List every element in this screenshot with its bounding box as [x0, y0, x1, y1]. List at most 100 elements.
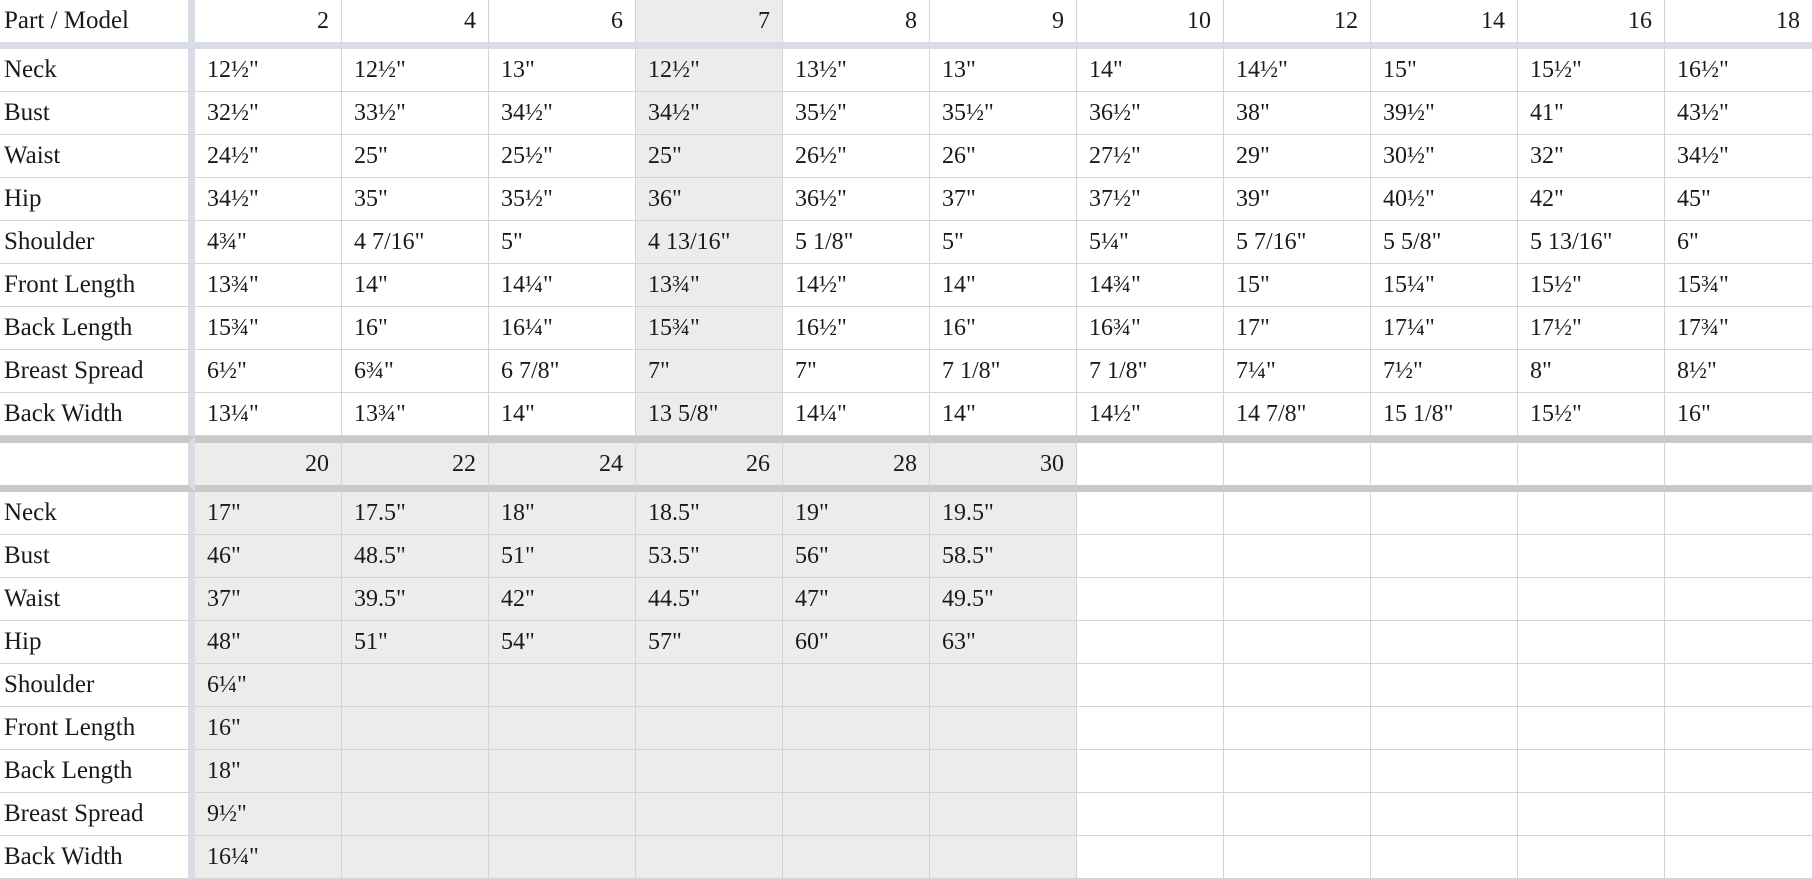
- cell-measurement: 46": [195, 535, 342, 578]
- cell-measurement: 14 7/8": [1224, 393, 1371, 436]
- cell-measurement: [783, 750, 930, 793]
- cell-measurement: 30½": [1371, 135, 1518, 178]
- cell-measurement: 57": [636, 621, 783, 664]
- cell-measurement: 25": [342, 135, 489, 178]
- cell-measurement: 42": [489, 578, 636, 621]
- cell-measurement: [1518, 535, 1665, 578]
- cell-measurement: 8½": [1665, 350, 1812, 393]
- table-row: Breast Spread 9½": [0, 793, 1812, 836]
- cell-measurement: [1077, 578, 1224, 621]
- header-size-16[interactable]: 16: [1518, 0, 1665, 49]
- cell-measurement: 14¼": [489, 264, 636, 307]
- cell-measurement: [930, 836, 1077, 879]
- header-size-26[interactable]: 26: [636, 436, 783, 492]
- cell-measurement: 35½": [489, 178, 636, 221]
- cell-measurement: 48.5": [342, 535, 489, 578]
- header-size-4[interactable]: 4: [342, 0, 489, 49]
- cell-measurement: 39": [1224, 178, 1371, 221]
- cell-measurement: [1224, 793, 1371, 836]
- table-row: Neck 17" 17.5" 18" 18.5" 19" 19.5": [0, 492, 1812, 535]
- cell-measurement: 15¾": [195, 307, 342, 350]
- cell-measurement: [489, 707, 636, 750]
- header-size-2[interactable]: 2: [195, 0, 342, 49]
- table-row: Bust 32½" 33½" 34½" 34½" 35½" 35½" 36½" 38" 39½" 4…: [0, 92, 1812, 135]
- cell-measurement: [1371, 535, 1518, 578]
- cell-measurement: 14½": [783, 264, 930, 307]
- cell-measurement: [1371, 750, 1518, 793]
- cell-measurement: 25": [636, 135, 783, 178]
- header-size-9[interactable]: 9: [930, 0, 1077, 49]
- cell-measurement: 6¾": [342, 350, 489, 393]
- cell-measurement: [1077, 750, 1224, 793]
- table-row: Front Length 16": [0, 707, 1812, 750]
- cell-measurement: [1518, 707, 1665, 750]
- cell-measurement: 48": [195, 621, 342, 664]
- cell-measurement: 44.5": [636, 578, 783, 621]
- row-label-shoulder: Shoulder: [0, 221, 195, 264]
- cell-measurement: [1371, 578, 1518, 621]
- cell-measurement: [783, 836, 930, 879]
- row-label-breast-spread: Breast Spread: [0, 350, 195, 393]
- table-row: Shoulder 6¼": [0, 664, 1812, 707]
- header-size-7[interactable]: 7: [636, 0, 783, 49]
- header-size-30[interactable]: 30: [930, 436, 1077, 492]
- cell-measurement: [342, 707, 489, 750]
- row-label-waist: Waist: [0, 135, 195, 178]
- cell-measurement: [1224, 578, 1371, 621]
- cell-measurement: [1077, 793, 1224, 836]
- cell-measurement: 14½": [1077, 393, 1224, 436]
- cell-measurement: [342, 793, 489, 836]
- cell-measurement: [1665, 578, 1812, 621]
- cell-measurement: 27½": [1077, 135, 1224, 178]
- cell-measurement: 47": [783, 578, 930, 621]
- row-label-back-width: Back Width: [0, 393, 195, 436]
- header-size-8[interactable]: 8: [783, 0, 930, 49]
- cell-measurement: 36": [636, 178, 783, 221]
- cell-measurement: [1518, 836, 1665, 879]
- cell-measurement: [636, 793, 783, 836]
- header-size-empty: [1224, 436, 1371, 492]
- table-row: Shoulder 4¾" 4 7/16" 5" 4 13/16" 5 1/8" 5" 5¼" 5…: [0, 221, 1812, 264]
- header-size-22[interactable]: 22: [342, 436, 489, 492]
- cell-measurement: 34½": [489, 92, 636, 135]
- cell-measurement: 5": [489, 221, 636, 264]
- cell-measurement: [489, 750, 636, 793]
- row-label-back-width: Back Width: [0, 836, 195, 879]
- cell-measurement: [1224, 750, 1371, 793]
- header-size-6[interactable]: 6: [489, 0, 636, 49]
- table-row: Breast Spread 6½" 6¾" 6 7/8" 7" 7" 7 1/8" 7 1/8…: [0, 350, 1812, 393]
- header-size-12[interactable]: 12: [1224, 0, 1371, 49]
- cell-measurement: 14": [930, 393, 1077, 436]
- row-label-neck: Neck: [0, 49, 195, 92]
- cell-measurement: 26½": [783, 135, 930, 178]
- cell-measurement: 16": [930, 307, 1077, 350]
- cell-measurement: [342, 836, 489, 879]
- header-size-10[interactable]: 10: [1077, 0, 1224, 49]
- header-size-18[interactable]: 18: [1665, 0, 1812, 49]
- cell-measurement: 7 1/8": [1077, 350, 1224, 393]
- cell-measurement: 37": [195, 578, 342, 621]
- header-size-24[interactable]: 24: [489, 436, 636, 492]
- row-label-bust: Bust: [0, 535, 195, 578]
- header-size-14[interactable]: 14: [1371, 0, 1518, 49]
- cell-measurement: 13¾": [342, 393, 489, 436]
- cell-measurement: 34½": [195, 178, 342, 221]
- cell-measurement: [1077, 492, 1224, 535]
- header-size-28[interactable]: 28: [783, 436, 930, 492]
- header-label-empty: [0, 436, 195, 492]
- cell-measurement: 7": [783, 350, 930, 393]
- cell-measurement: 15½": [1518, 264, 1665, 307]
- cell-measurement: [1665, 535, 1812, 578]
- cell-measurement: 60": [783, 621, 930, 664]
- cell-measurement: 14": [1077, 49, 1224, 92]
- header-size-20[interactable]: 20: [195, 436, 342, 492]
- cell-measurement: 9½": [195, 793, 342, 836]
- size-chart-sheet: Part / Model 2 4 6 7 8 9 10 12 14 16 18 Neck 12½" 12½"…: [0, 0, 1812, 879]
- cell-measurement: 5 5/8": [1371, 221, 1518, 264]
- cell-measurement: 17¼": [1371, 307, 1518, 350]
- cell-measurement: [636, 664, 783, 707]
- row-label-back-length: Back Length: [0, 307, 195, 350]
- cell-measurement: 38": [1224, 92, 1371, 135]
- cell-measurement: 12½": [342, 49, 489, 92]
- cell-measurement: 14": [930, 264, 1077, 307]
